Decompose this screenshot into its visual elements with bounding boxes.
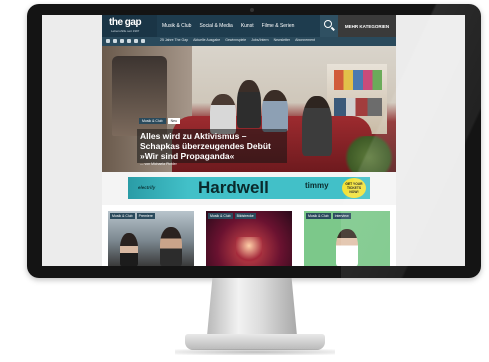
desktop-scene: the gap Lebenshilfe seit 1997 Musik & Cl… — [0, 0, 489, 362]
spotify-icon[interactable] — [134, 39, 138, 43]
ad-side-text: timmy — [305, 181, 329, 190]
search-icon — [324, 20, 332, 28]
portrait-image — [160, 227, 182, 266]
sublink-aktuelle-ausgabe[interactable]: Aktuelle Ausgabe — [193, 38, 220, 42]
nav-item-social-media[interactable]: Social & Media — [199, 23, 232, 29]
concert-image — [236, 237, 262, 266]
article-card[interactable]: Musik & Club Interview — [304, 211, 390, 266]
instagram-icon[interactable] — [120, 39, 124, 43]
twitter-icon[interactable] — [113, 39, 117, 43]
band-member-image — [237, 80, 261, 128]
hero-tags: Musik & Club Neu — [139, 118, 181, 124]
sublink-25-jahre[interactable]: 25 Jahre The Gap — [160, 38, 188, 42]
facebook-icon[interactable] — [106, 39, 110, 43]
category-tag[interactable]: Musik & Club — [208, 213, 233, 219]
logo-text: the gap — [109, 17, 142, 28]
search-button[interactable] — [320, 15, 338, 37]
nav-item-filme-serien[interactable]: Filme & Serien — [262, 23, 295, 29]
band-member-image — [210, 94, 236, 134]
category-tag[interactable]: Musik & Club — [306, 213, 331, 219]
band-member-image — [302, 96, 332, 156]
sublink-gewinnspiele[interactable]: Gewinnspiele — [225, 38, 246, 42]
article-card[interactable]: Musik & Club Bildstrecke — [206, 211, 292, 266]
monitor-stand-neck — [207, 278, 297, 336]
sublink-jobs[interactable]: Jobs/Intern — [251, 38, 268, 42]
article-cards: Musik & Club Premiere Musik & Club Bilds… — [102, 205, 396, 266]
website: the gap Lebenshilfe seit 1997 Musik & Cl… — [102, 15, 396, 266]
logo-subtitle: Lebenshilfe seit 1997 — [111, 29, 140, 33]
portrait-image — [120, 233, 138, 266]
camera-icon — [250, 8, 254, 12]
sublink-newsletter[interactable]: Newsletter — [274, 38, 291, 42]
sublink-abonnement[interactable]: Abonnement — [295, 38, 315, 42]
ad-cta-button[interactable]: GET YOUR TICKETS NOW! — [342, 178, 366, 198]
main-nav: Musik & Club Social & Media Kunst Filme … — [162, 15, 294, 37]
site-header: the gap Lebenshilfe seit 1997 Musik & Cl… — [102, 15, 396, 37]
sub-links: 25 Jahre The Gap Aktuelle Ausgabe Gewinn… — [160, 38, 315, 42]
site-logo[interactable]: the gap Lebenshilfe seit 1997 — [102, 15, 157, 37]
hero-title[interactable]: Alles wird zu Aktivismus – Schapkas über… — [137, 129, 287, 163]
youtube-icon[interactable] — [127, 39, 131, 43]
category-tag[interactable]: Musik & Club — [139, 118, 166, 124]
monitor-stand-base — [185, 334, 325, 350]
monitor-bezel: the gap Lebenshilfe seit 1997 Musik & Cl… — [27, 4, 481, 278]
nav-item-kunst[interactable]: Kunst — [241, 23, 254, 29]
new-badge: Neu — [167, 118, 181, 124]
plant-image — [342, 136, 396, 172]
clothes-rack-image — [112, 56, 167, 136]
social-icons — [106, 39, 145, 43]
band-member-image — [262, 90, 288, 132]
type-tag: Interview — [332, 213, 351, 219]
ad-brand: electrify — [138, 185, 156, 190]
hero-article[interactable]: Musik & Club Neu Alles wird zu Aktivismu… — [102, 46, 396, 172]
more-categories-button[interactable]: MEHR KATEGORIEN — [338, 15, 396, 37]
type-tag: Bildstrecke — [234, 213, 256, 219]
portrait-image — [336, 229, 358, 266]
article-card[interactable]: Musik & Club Premiere — [108, 211, 194, 266]
banner-ad[interactable]: electrify Hardwell timmy GET YOUR TICKET… — [128, 177, 370, 199]
nav-item-musik-club[interactable]: Musik & Club — [162, 23, 191, 29]
sub-navigation: 25 Jahre The Gap Aktuelle Ausgabe Gewinn… — [102, 37, 396, 46]
rss-icon[interactable] — [141, 39, 145, 43]
hero-author: — von Michaela Pichler — [140, 162, 177, 166]
category-tag[interactable]: Musik & Club — [110, 213, 135, 219]
type-tag: Premiere — [136, 213, 155, 219]
ad-headline: Hardwell — [198, 178, 269, 197]
monitor-screen: the gap Lebenshilfe seit 1997 Musik & Cl… — [42, 15, 465, 266]
